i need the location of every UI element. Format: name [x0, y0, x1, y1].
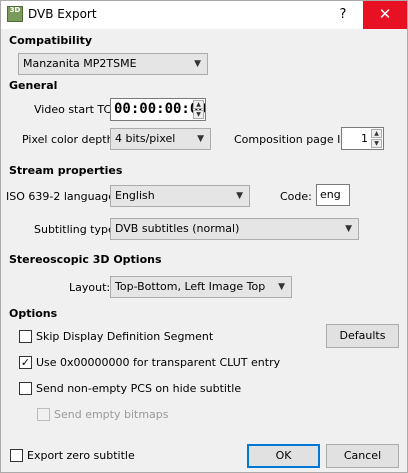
title-bar: 3D DVB Export ? ✕ — [1, 1, 407, 29]
layout-label: Layout: — [69, 281, 111, 294]
video-start-tc-label: Video start TC: — [34, 103, 115, 116]
window-title: DVB Export — [28, 7, 97, 21]
language-select[interactable]: English ▼ — [110, 185, 250, 207]
pixel-depth-select[interactable]: 4 bits/pixel ▼ — [110, 128, 211, 150]
subtitling-type-label: Subtitling type: — [34, 223, 119, 236]
chevron-down-icon: ▼ — [278, 282, 285, 292]
composition-page-input[interactable]: 1 ▲ ▼ — [341, 127, 384, 150]
layout-select[interactable]: Top-Bottom, Left Image Top ▼ — [110, 276, 292, 298]
skip-dds-label: Skip Display Definition Segment — [36, 330, 214, 343]
chevron-down-icon: ▼ — [197, 134, 204, 144]
cancel-button[interactable]: Cancel — [326, 444, 399, 468]
spin-down-icon[interactable]: ▼ — [193, 110, 204, 119]
send-empty-bitmaps-checkbox[interactable] — [37, 408, 50, 421]
section-stream-properties: Stream properties — [9, 164, 123, 177]
video-start-tc-input[interactable]: 00:00:00:00 ▲ ▼ — [110, 98, 206, 121]
composition-page-value: 1 — [361, 132, 368, 145]
code-value: eng — [320, 188, 341, 201]
language-label: ISO 639-2 language: — [6, 190, 119, 203]
send-empty-bitmaps-label: Send empty bitmaps — [54, 408, 169, 421]
close-icon: ✕ — [378, 5, 392, 23]
compatibility-value: Manzanita MP2TSME — [23, 57, 137, 70]
defaults-button[interactable]: Defaults — [326, 324, 399, 348]
use-zero-clut-label: Use 0x00000000 for transparent CLUT entr… — [36, 356, 281, 369]
chevron-down-icon: ▼ — [236, 191, 243, 201]
subtitling-type-value: DVB subtitles (normal) — [115, 222, 240, 235]
spin-up-icon[interactable]: ▲ — [371, 129, 382, 138]
spin-down-icon[interactable]: ▼ — [371, 139, 382, 148]
send-pcs-label: Send non-empty PCS on hide subtitle — [36, 382, 242, 395]
checkmark-icon: ✓ — [20, 356, 31, 369]
ok-button[interactable]: OK — [247, 444, 320, 468]
spin-up-icon[interactable]: ▲ — [193, 100, 204, 109]
section-options: Options — [9, 307, 58, 320]
chevron-down-icon: ▼ — [194, 59, 201, 69]
pixel-depth-value: 4 bits/pixel — [115, 132, 176, 145]
dvb-export-dialog: 3D DVB Export ? ✕ Compatibility Manzanit… — [0, 0, 408, 473]
pixel-depth-label: Pixel color depth: — [22, 133, 118, 146]
use-zero-clut-checkbox[interactable]: ✓ — [19, 356, 32, 369]
compatibility-select[interactable]: Manzanita MP2TSME ▼ — [18, 53, 208, 75]
send-pcs-checkbox[interactable] — [19, 382, 32, 395]
language-value: English — [115, 189, 155, 202]
section-general: General — [9, 79, 58, 92]
code-label: Code: — [280, 190, 312, 203]
export-zero-label: Export zero subtitle — [27, 449, 135, 462]
chevron-down-icon: ▼ — [345, 224, 352, 234]
help-button[interactable]: ? — [329, 1, 357, 29]
skip-dds-checkbox[interactable] — [19, 330, 32, 343]
layout-value: Top-Bottom, Left Image Top — [115, 280, 266, 293]
subtitling-type-select[interactable]: DVB subtitles (normal) ▼ — [110, 218, 359, 240]
composition-page-label: Composition page ID: — [234, 133, 353, 146]
export-zero-checkbox[interactable] — [10, 449, 23, 462]
close-button[interactable]: ✕ — [363, 1, 407, 29]
section-compatibility: Compatibility — [9, 34, 93, 47]
app-3d-icon: 3D — [7, 6, 23, 22]
code-input[interactable]: eng — [316, 184, 350, 206]
section-stereoscopic-3d: Stereoscopic 3D Options — [9, 253, 162, 266]
